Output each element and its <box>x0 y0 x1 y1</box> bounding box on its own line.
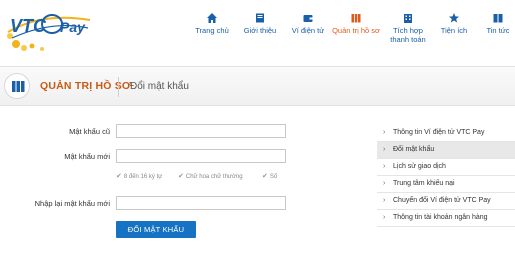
check-icon: ✔ <box>116 173 122 180</box>
sidebar-item-bank-account[interactable]: › Thông tin tài khoản ngân hàng <box>377 210 515 227</box>
newspaper-icon <box>493 14 503 23</box>
sidebar-item-wallet-info[interactable]: › Thông tin Ví điện tử VTC Pay <box>377 125 515 142</box>
chevron-right-icon: › <box>383 197 386 204</box>
nav-label: Ví điện tử <box>291 26 325 35</box>
change-password-button[interactable]: ĐỔI MẬT KHẨU <box>116 221 196 238</box>
page-title-bar: QUẢN TRỊ HỒ SƠ Đổi mật khẩu <box>0 66 515 106</box>
wallet-icon <box>303 15 313 22</box>
book-icon <box>256 13 264 23</box>
star-icon <box>449 13 459 23</box>
nav-item-home[interactable]: Trang chủ <box>190 12 234 35</box>
check-icon: ✔ <box>262 173 268 180</box>
books-icon <box>351 14 361 23</box>
nav-item-about[interactable]: Giới thiệu <box>238 12 282 35</box>
old-password-label: Mật khẩu cũ <box>69 127 110 136</box>
main-nav: Trang chủ Giới thiệu Ví điện tử Quản trị… <box>190 12 515 56</box>
chevron-right-icon: › <box>383 129 386 136</box>
sidebar-item-transaction-history[interactable]: › Lịch sử giao dịch <box>377 159 515 176</box>
nav-label-line1: Tích hợp <box>393 26 423 35</box>
nav-label-line2: thanh toán <box>390 35 426 44</box>
nav-label: Tiện ích <box>440 26 468 35</box>
site-header: VTC Pay Trang chủ Giới thiệu Ví điện tử … <box>0 0 515 60</box>
chevron-right-icon: › <box>383 180 386 187</box>
new-password-input[interactable] <box>116 149 286 163</box>
check-icon: ✔ <box>178 173 184 180</box>
nav-label: Trang chủ <box>195 26 229 35</box>
account-sidebar: › Thông tin Ví điện tử VTC Pay › Đổi mật k… <box>377 125 515 227</box>
confirm-password-label: Nhập lại mật khẩu mới <box>34 199 110 208</box>
nav-item-wallet[interactable]: Ví điện tử <box>286 12 330 35</box>
vtc-pay-logo[interactable]: VTC Pay <box>2 2 94 54</box>
nav-item-utilities[interactable]: Tiện ích <box>434 12 474 35</box>
sidebar-item-change-password[interactable]: › Đổi mật khẩu <box>377 142 515 159</box>
logo-pay-text: Pay <box>60 19 86 35</box>
nav-item-news[interactable]: Tin tức <box>478 12 515 35</box>
building-icon <box>404 14 412 23</box>
nav-item-account[interactable]: Quản trị hồ sơ <box>330 12 382 35</box>
page-subtitle: Đổi mật khẩu <box>130 81 189 92</box>
hint-case: ✔ Chữ hoa chữ thường <box>178 173 243 180</box>
old-password-input[interactable] <box>116 124 286 138</box>
chevron-right-icon: › <box>383 146 386 153</box>
sidebar-item-complaints[interactable]: › Trung tâm khiếu nại <box>377 176 515 193</box>
home-icon <box>207 13 217 23</box>
sidebar-item-wallet-convert[interactable]: › Chuyển đổi Ví điện tử VTC Pay <box>377 193 515 210</box>
profile-books-icon <box>4 73 30 99</box>
nav-item-integration[interactable]: Tích hợp thanh toán <box>386 12 430 44</box>
nav-label: Quản trị hồ sơ <box>332 26 380 35</box>
logo-vtc-text: VTC <box>10 16 47 36</box>
hint-length: ✔ 8 đến 16 ký tự <box>116 173 163 180</box>
chevron-right-icon: › <box>383 163 386 170</box>
title-divider <box>118 77 119 97</box>
new-password-label: Mật khẩu mới <box>64 152 110 161</box>
confirm-password-input[interactable] <box>116 196 286 210</box>
hint-number: ✔ Số <box>262 173 278 180</box>
nav-label: Giới thiệu <box>243 26 277 35</box>
nav-label: Tin tức <box>486 26 510 35</box>
chevron-right-icon: › <box>383 214 386 221</box>
